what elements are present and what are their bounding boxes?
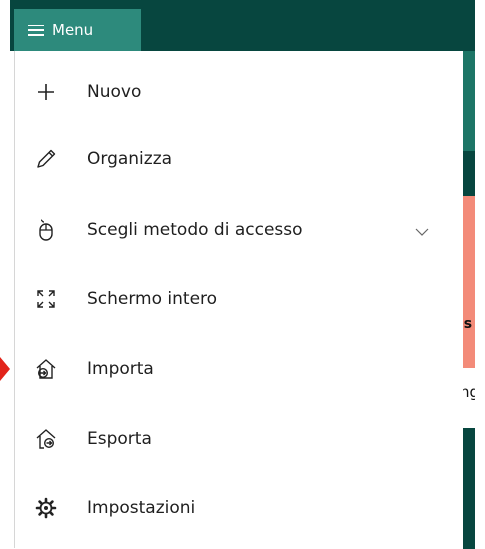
menu-item-label: Impostazioni <box>87 498 196 518</box>
pointer-arrow <box>0 357 10 381</box>
menu-panel: Nuovo Organizza Scegli metodo di accesso… <box>14 51 463 548</box>
menu-item-nuovo[interactable]: Nuovo <box>15 68 464 116</box>
menu-item-importa[interactable]: Importa <box>15 345 464 393</box>
background-teal-band <box>463 51 475 151</box>
menu-button[interactable]: Menu <box>14 9 141 51</box>
import-icon <box>33 356 59 382</box>
mouse-icon <box>33 217 59 243</box>
menu-item-esporta[interactable]: Esporta <box>15 415 464 463</box>
plus-icon <box>33 79 59 105</box>
chevron-down-icon[interactable] <box>415 222 429 241</box>
fullscreen-icon <box>33 286 59 312</box>
export-icon <box>33 426 59 452</box>
page-margin-left <box>0 0 10 548</box>
menu-item-label: Scegli metodo di accesso <box>87 220 303 240</box>
menu-item-label: Nuovo <box>87 82 142 102</box>
page-margin-right <box>475 0 485 548</box>
pencil-icon <box>33 146 59 172</box>
hamburger-icon <box>28 24 44 36</box>
background-salmon-card <box>463 196 475 368</box>
menu-item-schermo-intero[interactable]: Schermo intero <box>15 275 464 323</box>
menu-item-label: Importa <box>87 359 154 379</box>
menu-item-accesso[interactable]: Scegli metodo di accesso <box>15 206 464 254</box>
menu-item-impostazioni[interactable]: Impostazioni <box>15 484 464 532</box>
menu-button-label: Menu <box>52 21 94 39</box>
gear-icon <box>33 495 59 521</box>
menu-item-label: Esporta <box>87 429 152 449</box>
menu-item-label: Organizza <box>87 149 173 169</box>
menu-item-label: Schermo intero <box>87 289 218 309</box>
menu-item-organizza[interactable]: Organizza <box>15 135 464 183</box>
